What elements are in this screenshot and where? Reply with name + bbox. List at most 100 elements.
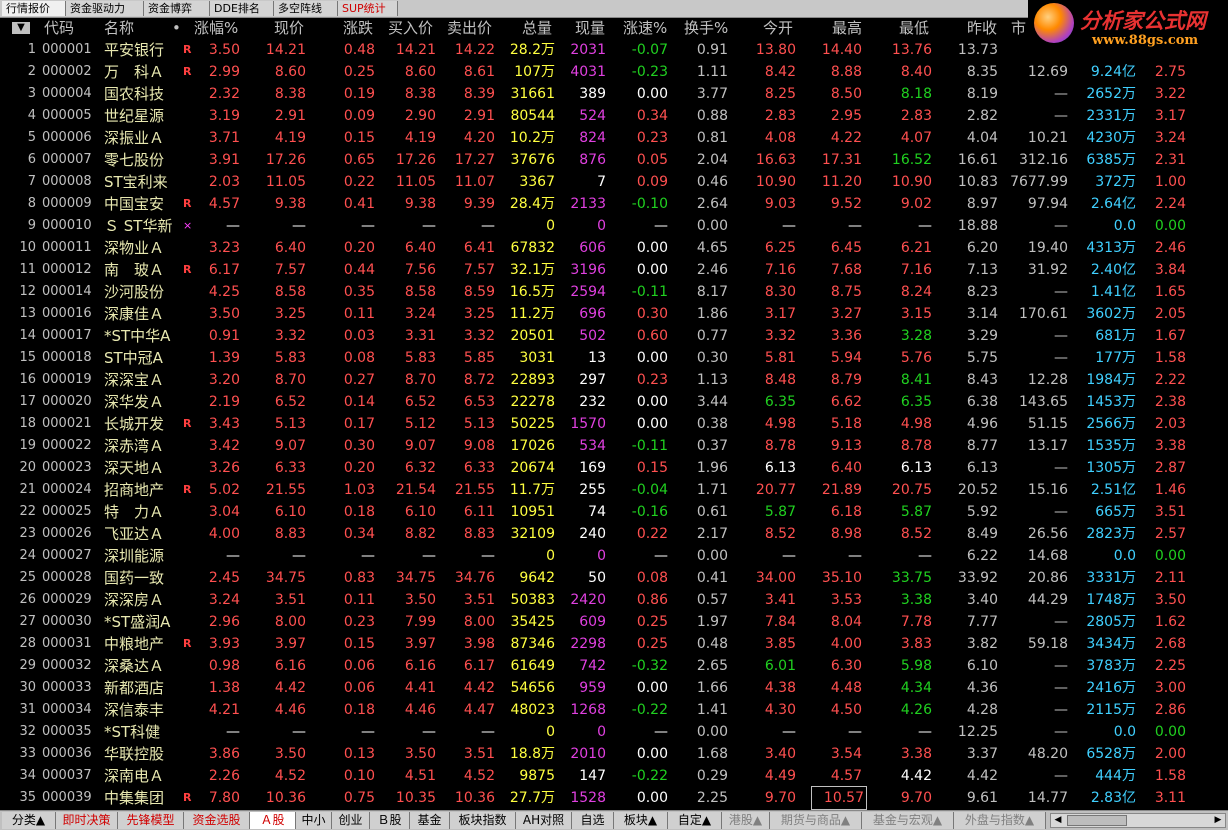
- table-row[interactable]: 8 000009 中国宝安 R 4.57 9.38 0.41 9.38 9.39 28.4万 213…: [0, 193, 1228, 215]
- bottom-tab-4[interactable]: Ａ股: [250, 812, 296, 829]
- col-high-header[interactable]: 最高: [832, 18, 862, 39]
- cell-open: 6.35: [764, 394, 796, 410]
- col-ask-header[interactable]: 卖出价: [447, 18, 492, 39]
- bottom-tab-12[interactable]: 板块▲: [614, 812, 668, 829]
- table-row[interactable]: 11 000012 南 玻Ａ R 6.17 7.57 0.44 7.56 7.57 32.1万 31…: [0, 259, 1228, 281]
- cell-name: 世纪星源: [104, 107, 165, 125]
- table-row[interactable]: 4 000005 世纪星源 3.19 2.91 0.09 2.90 2.91 80544 524 0…: [0, 105, 1228, 127]
- table-row[interactable]: 10 000011 深物业Ａ 3.23 6.40 0.20 6.40 6.41 67832 606…: [0, 237, 1228, 259]
- col-low-header[interactable]: 最低: [899, 18, 929, 39]
- scroll-left-icon[interactable]: ◀: [1051, 814, 1065, 827]
- col-cur-header[interactable]: 现量: [575, 18, 605, 39]
- bottom-tab-16[interactable]: 基金与宏观▲: [862, 812, 954, 829]
- bottom-tab-8[interactable]: 基金: [410, 812, 450, 829]
- horizontal-scrollbar[interactable]: ◀ ▶: [1050, 813, 1226, 828]
- top-tab-1[interactable]: 资金驱动力: [66, 1, 144, 16]
- cell-ask: 3.98: [463, 636, 495, 652]
- col-vol-header[interactable]: 总量: [522, 18, 552, 39]
- table-row[interactable]: 23 000026 飞亚达Ａ 4.00 8.83 0.34 8.82 8.83 32109 240…: [0, 523, 1228, 545]
- table-row[interactable]: 14 000017 *ST中华A 0.91 3.32 0.03 3.31 3.32 20501 5…: [0, 325, 1228, 347]
- cell-pe: 15.16: [1027, 482, 1068, 498]
- top-tab-4[interactable]: 多空阵线: [274, 1, 338, 16]
- col-code-header[interactable]: 代码: [44, 18, 74, 39]
- top-tab-0[interactable]: 行情报价: [2, 1, 66, 16]
- col-prev-header[interactable]: 昨收: [967, 18, 997, 39]
- table-row[interactable]: 31 000034 深信泰丰 4.21 4.46 0.18 4.46 4.47 48023 126…: [0, 699, 1228, 721]
- table-row[interactable]: 24 000027 深圳能源 — — — — —0 0—0.00— — —6.22 14.68 0.0 0…: [0, 545, 1228, 567]
- table-row[interactable]: 26 000029 深深房Ａ 3.24 3.51 0.11 3.50 3.51 50383 242…: [0, 589, 1228, 611]
- table-row[interactable]: 15 000018 ST中冠A 1.39 5.83 0.08 5.83 5.85 3031 13 0…: [0, 347, 1228, 369]
- col-name-header[interactable]: 名称: [104, 18, 134, 39]
- top-tab-5[interactable]: SUP统计: [338, 1, 398, 16]
- table-row[interactable]: 29 000032 深桑达Ａ 0.98 6.16 0.06 6.16 6.17 61649 742…: [0, 655, 1228, 677]
- table-row[interactable]: 17 000020 深华发Ａ 2.19 6.52 0.14 6.52 6.53 22278 232…: [0, 391, 1228, 413]
- bottom-tab-1[interactable]: 即时决策: [56, 812, 118, 829]
- cell-extra: 2.00: [1154, 746, 1186, 762]
- cell-pe: —: [1054, 768, 1068, 784]
- bottom-tab-9[interactable]: 板块指数: [450, 812, 516, 829]
- bottom-tab-2[interactable]: 先锋模型: [118, 812, 184, 829]
- table-row[interactable]: 5 000006 深振业Ａ 3.71 4.19 0.15 4.19 4.20 10.2万 824 0…: [0, 127, 1228, 149]
- bottom-tab-11[interactable]: 自选: [572, 812, 614, 829]
- col-bid-header[interactable]: 买入价: [388, 18, 433, 39]
- cell-high: 4.48: [830, 680, 862, 696]
- table-row[interactable]: 18 000021 长城开发 R 3.43 5.13 0.17 5.12 5.13 50225 15…: [0, 413, 1228, 435]
- cell-speed: 0.00: [636, 86, 668, 102]
- col-pe-header[interactable]: 市: [1011, 18, 1026, 39]
- bottom-tab-17[interactable]: 外盘与指数▲: [954, 812, 1046, 829]
- table-row[interactable]: 22 000025 特 力Ａ 3.04 6.10 0.18 6.10 6.11 10951 74 -…: [0, 501, 1228, 523]
- table-row[interactable]: 3 000004 国农科技 2.32 8.38 0.19 8.38 8.39 31661 389 0…: [0, 83, 1228, 105]
- bottom-tab-6[interactable]: 创业: [332, 812, 370, 829]
- cell-pct: 2.19: [208, 394, 240, 410]
- scroll-thumb[interactable]: [1067, 815, 1127, 826]
- cell-flag: R: [183, 483, 192, 496]
- col-turnover-header[interactable]: 换手%: [684, 18, 728, 39]
- table-row[interactable]: 16 000019 深深宝Ａ 3.20 8.70 0.27 8.70 8.72 22893 297…: [0, 369, 1228, 391]
- cell-bid: 3.31: [404, 328, 436, 344]
- table-row[interactable]: 30 000033 新都酒店 1.38 4.42 0.06 4.41 4.42 54656 959…: [0, 677, 1228, 699]
- table-row[interactable]: 7 000008 ST宝利来 2.03 11.05 0.22 11.05 11.07 3367 7…: [0, 171, 1228, 193]
- table-row[interactable]: 35 000039 中集集团 R 7.80 10.36 0.75 10.35 10.36 27.7…: [0, 786, 1228, 810]
- col-chg-header[interactable]: 涨跌: [343, 18, 373, 39]
- table-row[interactable]: 2 000002 万 科Ａ R 2.99 8.60 0.25 8.60 8.61 107万 4031…: [0, 61, 1228, 83]
- table-row[interactable]: 34 000037 深南电Ａ 2.26 4.52 0.10 4.51 4.52 9875 147 -…: [0, 765, 1228, 787]
- cell-chg: 0.06: [343, 658, 375, 674]
- bottom-tab-5[interactable]: 中小: [296, 812, 332, 829]
- cell-name: 沙河股份: [104, 283, 165, 301]
- bottom-tab-0[interactable]: 分类▲: [2, 812, 56, 829]
- bottom-tab-3[interactable]: 资金选股: [184, 812, 250, 829]
- bottom-tab-13[interactable]: 自定▲: [668, 812, 722, 829]
- table-row[interactable]: 12 000014 沙河股份 4.25 8.58 0.35 8.58 8.59 16.5万 259…: [0, 281, 1228, 303]
- cell-bid: 8.38: [404, 86, 436, 102]
- table-row[interactable]: 20 000023 深天地Ａ 3.26 6.33 0.20 6.32 6.33 20674 169…: [0, 457, 1228, 479]
- table-row[interactable]: 13 000016 深康佳Ａ 3.50 3.25 0.11 3.24 3.25 11.2万 696…: [0, 303, 1228, 325]
- cell-low: —: [918, 548, 932, 564]
- cell-bid: 8.60: [404, 64, 436, 80]
- table-row[interactable]: 32 000035 *ST科健 — — — — — 0 0 — 0.00 — — — 12.25 — 0.0 0.0…: [0, 721, 1228, 743]
- table-row[interactable]: 21 000024 招商地产 R 5.02 21.55 1.03 21.54 21.55 11.7…: [0, 479, 1228, 501]
- bottom-tab-15[interactable]: 期货与商品▲: [770, 812, 862, 829]
- scroll-right-icon[interactable]: ▶: [1211, 814, 1225, 827]
- table-row[interactable]: 9 000010 Ｓ ST华新 × — — — — — 0 0 — 0.00 — — — 18.88 — 0.0 0.…: [0, 215, 1228, 237]
- table-row[interactable]: 28 000031 中粮地产 R 3.93 3.97 0.15 3.97 3.98 87346 22…: [0, 633, 1228, 655]
- col-price-header[interactable]: 现价: [274, 18, 304, 39]
- col-pct-header[interactable]: 涨幅%: [194, 18, 238, 39]
- bottom-tab-14[interactable]: 港股▲: [722, 812, 770, 829]
- table-row[interactable]: 19 000022 深赤湾Ａ 3.42 9.07 0.30 9.07 9.08 17026 534…: [0, 435, 1228, 457]
- bottom-tab-10[interactable]: AH对照: [516, 812, 572, 829]
- table-row[interactable]: 25 000028 国药一致 2.45 34.75 0.83 34.75 34.76 9642 5…: [0, 567, 1228, 589]
- sort-arrow-icon[interactable]: ▼: [12, 22, 30, 34]
- table-row[interactable]: 27 000030 *ST盛润A 2.96 8.00 0.23 7.99 8.00 35425 6…: [0, 611, 1228, 633]
- col-open-header[interactable]: 今开: [763, 18, 793, 39]
- top-tab-2[interactable]: 资金博弈: [144, 1, 210, 16]
- cell-flag: R: [183, 417, 192, 430]
- col-speed-header[interactable]: 涨速%: [623, 18, 667, 39]
- cell-amount: 2115万: [1086, 702, 1136, 718]
- cell-vol: 50383: [510, 592, 555, 608]
- top-tab-3[interactable]: DDE排名: [210, 1, 274, 16]
- table-row[interactable]: 33 000036 华联控股 3.86 3.50 0.13 3.50 3.51 18.8万 201…: [0, 743, 1228, 765]
- bottom-tab-7[interactable]: Ｂ股: [370, 812, 410, 829]
- cell-amount: 1984万: [1086, 372, 1136, 388]
- table-row[interactable]: 6 000007 零七股份 3.91 17.26 0.65 17.26 17.27 37676 8…: [0, 149, 1228, 171]
- cell-cur: 4031: [570, 64, 606, 80]
